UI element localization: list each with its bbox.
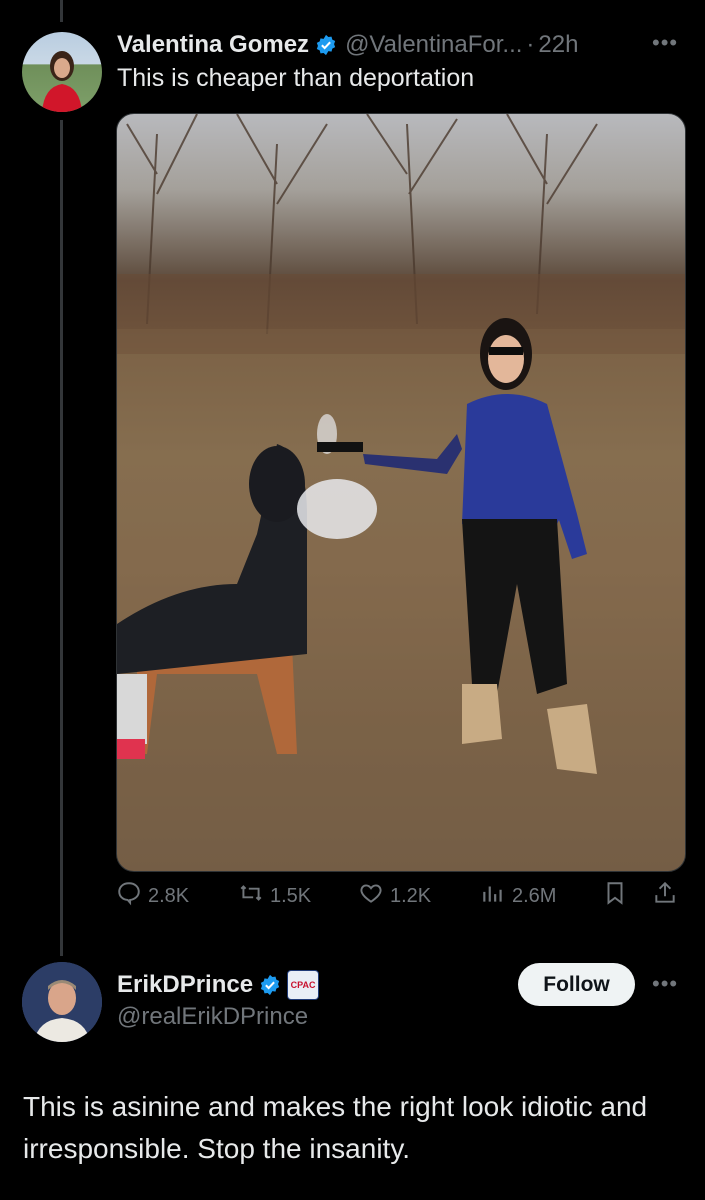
handle[interactable]: @ValentinaFor... — [345, 31, 522, 59]
reply-text: This is asinine and makes the right look… — [23, 1091, 648, 1164]
bookmark-icon[interactable] — [602, 880, 634, 906]
follow-button[interactable]: Follow — [518, 963, 635, 1006]
reply-icon — [116, 880, 148, 912]
timestamp[interactable]: 22h — [538, 31, 578, 59]
display-name[interactable]: ErikDPrince — [117, 971, 253, 999]
reply-header: ErikDPrince CPAC — [117, 968, 320, 1002]
avatar[interactable] — [22, 32, 102, 112]
tweet-header: Valentina Gomez @ValentinaFor... · 22h — [117, 28, 578, 62]
tweet-media[interactable] — [116, 113, 686, 872]
like-icon — [358, 880, 390, 912]
tweet-actions: 2.8K 1.5K 1.2K 2.6M — [116, 880, 684, 920]
verified-icon — [259, 974, 281, 996]
handle[interactable]: @realErikDPrince — [117, 1003, 308, 1031]
display-name[interactable]: Valentina Gomez — [117, 31, 309, 59]
repost-button[interactable]: 1.5K — [238, 880, 311, 912]
repost-icon — [238, 880, 270, 912]
thread-line — [60, 120, 63, 956]
share-icon[interactable] — [652, 880, 684, 906]
views-icon — [480, 880, 512, 912]
more-icon[interactable]: ••• — [652, 971, 678, 997]
views-count: 2.6M — [512, 884, 557, 907]
avatar[interactable] — [22, 962, 102, 1042]
affiliate-badge[interactable]: CPAC — [287, 970, 320, 1000]
tweet-text: This is cheaper than deportation — [117, 64, 475, 92]
reply-count: 2.8K — [148, 884, 190, 907]
more-icon[interactable]: ••• — [652, 30, 678, 56]
thread-line-top — [60, 0, 63, 22]
views-button[interactable]: 2.6M — [480, 880, 556, 912]
reply-button[interactable]: 2.8K — [116, 880, 189, 912]
like-count: 1.2K — [390, 884, 432, 907]
like-button[interactable]: 1.2K — [358, 880, 431, 912]
separator-dot: · — [526, 31, 535, 58]
repost-count: 1.5K — [270, 884, 312, 907]
verified-icon — [315, 34, 337, 56]
